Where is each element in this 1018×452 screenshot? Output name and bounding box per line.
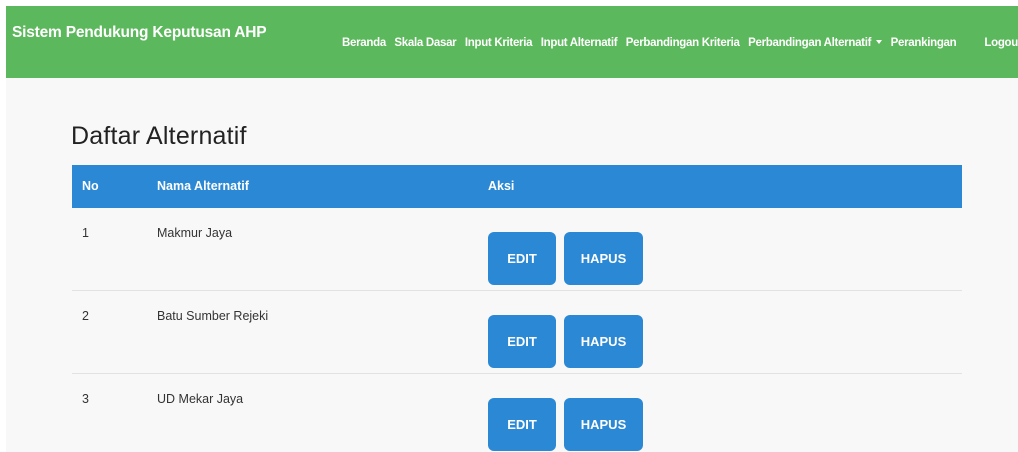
hapus-button[interactable]: HAPUS <box>564 398 643 451</box>
app-window: Sistem Pendukung Keputusan AHP Beranda S… <box>6 6 1018 452</box>
nav-item-input-kriteria[interactable]: Input Kriteria <box>465 37 533 49</box>
table-row: 2 Batu Sumber Rejeki EDIT HAPUS <box>72 291 962 374</box>
navbar-brand[interactable]: Sistem Pendukung Keputusan AHP <box>12 24 267 42</box>
column-header-no: No <box>82 179 99 193</box>
row-nama-alternatif: Makmur Jaya <box>157 226 233 240</box>
hapus-button[interactable]: HAPUS <box>564 315 643 368</box>
row-no: 2 <box>82 309 89 323</box>
dropdown-caret-icon <box>876 40 883 44</box>
nav-item-logout[interactable]: Logout <box>984 37 1018 49</box>
row-nama-alternatif: UD Mekar Jaya <box>157 392 244 406</box>
nav-item-input-alternatif[interactable]: Input Alternatif <box>541 37 618 49</box>
table-header: No Nama Alternatif Aksi <box>72 165 962 208</box>
nav-item-perbandingan-alternatif[interactable]: Perbandingan Alternatif <box>748 37 883 49</box>
nav-item-beranda[interactable]: Beranda <box>342 37 386 49</box>
row-no: 3 <box>82 392 89 406</box>
edit-button[interactable]: EDIT <box>488 232 556 285</box>
table-row: 1 Makmur Jaya EDIT HAPUS <box>72 208 962 291</box>
nav-item-perbandingan-kriteria[interactable]: Perbandingan Kriteria <box>626 37 740 49</box>
edit-button[interactable]: EDIT <box>488 398 556 451</box>
alternatif-table: No Nama Alternatif Aksi 1 Makmur Jaya ED… <box>72 165 962 452</box>
nav-item-skala-dasar[interactable]: Skala Dasar <box>394 37 456 49</box>
column-header-aksi: Aksi <box>488 179 515 193</box>
column-header-nama-alternatif: Nama Alternatif <box>157 179 249 193</box>
nav-item-perankingan[interactable]: Perankingan <box>891 37 957 49</box>
navbar: Sistem Pendukung Keputusan AHP Beranda S… <box>6 6 1018 78</box>
row-no: 1 <box>82 226 89 240</box>
row-nama-alternatif: Batu Sumber Rejeki <box>157 309 269 323</box>
nav-menu: Beranda Skala Dasar Input Kriteria Input… <box>342 37 1018 49</box>
page-title: Daftar Alternatif <box>71 122 247 150</box>
hapus-button[interactable]: HAPUS <box>564 232 643 285</box>
edit-button[interactable]: EDIT <box>488 315 556 368</box>
table-row: 3 UD Mekar Jaya EDIT HAPUS <box>72 374 962 452</box>
nav-item-perbandingan-alternatif-label: Perbandingan Alternatif <box>748 37 872 49</box>
